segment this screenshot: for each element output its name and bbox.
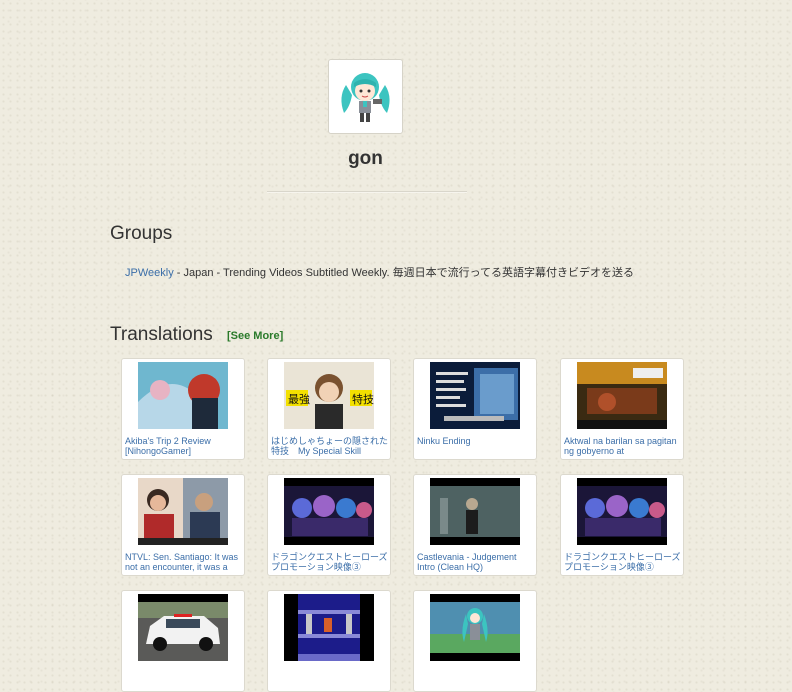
video-thumbnail[interactable] xyxy=(284,594,374,661)
video-thumbnail[interactable] xyxy=(430,362,520,429)
group-item: JPWeekly - Japan - Trending Videos Subti… xyxy=(125,264,634,280)
translation-title[interactable] xyxy=(125,668,243,691)
translation-title[interactable]: Aktwal na barilan sa pagitan ng gobyerno… xyxy=(564,436,682,459)
group-description: - Japan - Trending Videos Subtitled Week… xyxy=(173,267,635,279)
translation-card[interactable]: ドラゴンクエストヒーローズ プロモーション映像③ xyxy=(267,474,391,576)
video-thumbnail[interactable]: 最強 特技 xyxy=(284,362,374,429)
translation-title[interactable]: Ninku Ending xyxy=(417,436,535,459)
translation-card[interactable]: Aktwal na barilan sa pagitan ng gobyerno… xyxy=(560,358,684,460)
translation-title[interactable] xyxy=(417,668,535,691)
video-thumbnail[interactable] xyxy=(430,594,520,661)
translations-heading: Translations xyxy=(110,324,213,345)
translation-card[interactable]: NTVL: Sen. Santiago: It was not an encou… xyxy=(121,474,245,576)
translation-card[interactable]: Castlevania - Judgement Intro (Clean HQ) xyxy=(413,474,537,576)
video-thumbnail[interactable] xyxy=(138,478,228,545)
translation-card[interactable] xyxy=(267,590,391,692)
translation-title[interactable]: Akiba's Trip 2 Review [NihongoGamer] xyxy=(125,436,243,459)
translation-card[interactable]: Akiba's Trip 2 Review [NihongoGamer] xyxy=(121,358,245,460)
translation-card[interactable]: 最強 特技 はじめしゃちょーの隠された特技 My Special Skill xyxy=(267,358,391,460)
svg-text:最強: 最強 xyxy=(288,393,310,406)
video-thumbnail[interactable] xyxy=(577,478,667,545)
video-thumbnail[interactable] xyxy=(138,594,228,661)
groups-heading: Groups xyxy=(110,223,173,244)
video-thumbnail[interactable] xyxy=(138,362,228,429)
see-more-link[interactable]: [See More] xyxy=(227,330,283,342)
group-link-jpweekly[interactable]: JPWeekly xyxy=(125,267,174,279)
translation-title[interactable]: ドラゴンクエストヒーローズ プロモーション映像③ xyxy=(564,552,682,575)
video-thumbnail[interactable] xyxy=(577,362,667,429)
svg-text:特技: 特技 xyxy=(352,392,374,406)
translation-title[interactable]: NTVL: Sen. Santiago: It was not an encou… xyxy=(125,552,243,575)
translation-card[interactable] xyxy=(121,590,245,692)
profile-divider xyxy=(267,191,467,193)
translation-card[interactable]: ドラゴンクエストヒーローズ プロモーション映像③ xyxy=(560,474,684,576)
video-thumbnail[interactable] xyxy=(284,478,374,545)
hatsune-miku-chibi-avatar-icon xyxy=(332,63,399,130)
translation-title[interactable]: ドラゴンクエストヒーローズ プロモーション映像③ xyxy=(271,552,389,575)
translation-card[interactable] xyxy=(413,590,537,692)
translation-title[interactable]: はじめしゃちょーの隠された特技 My Special Skill xyxy=(271,436,389,459)
translation-card[interactable]: Ninku Ending xyxy=(413,358,537,460)
profile-username: gon xyxy=(348,148,383,169)
translation-title[interactable]: Castlevania - Judgement Intro (Clean HQ) xyxy=(417,552,535,575)
profile-avatar[interactable] xyxy=(328,59,403,134)
translation-title[interactable] xyxy=(271,668,389,691)
video-thumbnail[interactable] xyxy=(430,478,520,545)
